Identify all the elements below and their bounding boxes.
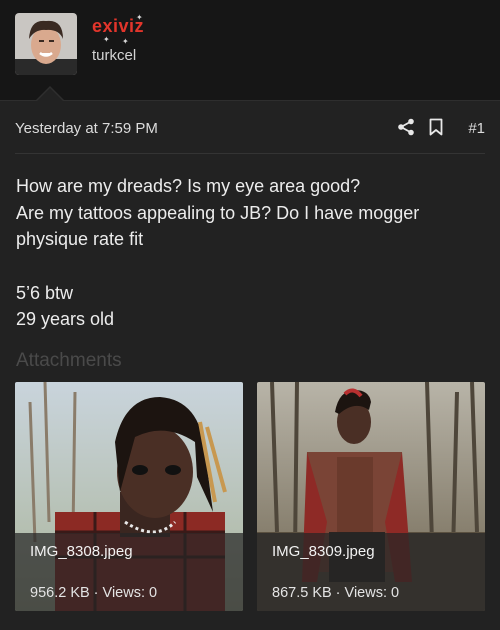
attachment-filename[interactable]: IMG_8308.jpeg bbox=[30, 543, 133, 560]
attachment-meta: 956.2 KB · Views: 0 bbox=[30, 585, 158, 601]
user-title: turkcel bbox=[92, 47, 137, 64]
attachments-heading: Attachments bbox=[16, 350, 122, 371]
post-number[interactable]: #1 bbox=[468, 120, 485, 137]
post-line: 5’6 btw bbox=[16, 282, 74, 303]
sparkle-icon: ✦ bbox=[122, 37, 129, 46]
message-arrow-fill bbox=[37, 88, 63, 101]
message-body: Yesterday at 7:59 PM #1 How are my dread… bbox=[0, 100, 500, 630]
sparkle-icon: ✦ bbox=[103, 35, 110, 44]
attachment-meta: 867.5 KB · Views: 0 bbox=[272, 585, 400, 601]
message-attribution: Yesterday at 7:59 PM #1 bbox=[15, 101, 485, 154]
forum-post: exiviz ✦ ✦ ✦ turkcel Yesterday at 7:59 P… bbox=[0, 0, 500, 630]
attachment-filename[interactable]: IMG_8309.jpeg bbox=[272, 543, 375, 560]
post-content: How are my dreads? Is my eye area good? … bbox=[16, 173, 486, 333]
attachment-info: IMG_8308.jpeg 956.2 KB · Views: 0 bbox=[15, 533, 243, 611]
bookmark-icon[interactable] bbox=[428, 118, 444, 136]
post-line: 29 years old bbox=[16, 309, 115, 329]
post-line: physique rate fit bbox=[16, 229, 144, 249]
attachment-info: IMG_8309.jpeg 867.5 KB · Views: 0 bbox=[257, 533, 485, 611]
attachment-thumbnail[interactable]: IMG_8308.jpeg 956.2 KB · Views: 0 bbox=[15, 382, 243, 611]
sparkle-icon: ✦ bbox=[136, 13, 143, 22]
share-icon[interactable] bbox=[397, 118, 415, 136]
post-timestamp[interactable]: Yesterday at 7:59 PM bbox=[15, 120, 158, 137]
post-line: Are my tattoos appealing to JB? Do I hav… bbox=[16, 202, 420, 223]
post-line: How are my dreads? Is my eye area good? bbox=[16, 176, 361, 196]
avatar[interactable] bbox=[15, 13, 77, 75]
user-header: exiviz ✦ ✦ ✦ turkcel bbox=[0, 0, 500, 100]
attachment-thumbnail[interactable]: IMG_8309.jpeg 867.5 KB · Views: 0 bbox=[257, 382, 485, 611]
